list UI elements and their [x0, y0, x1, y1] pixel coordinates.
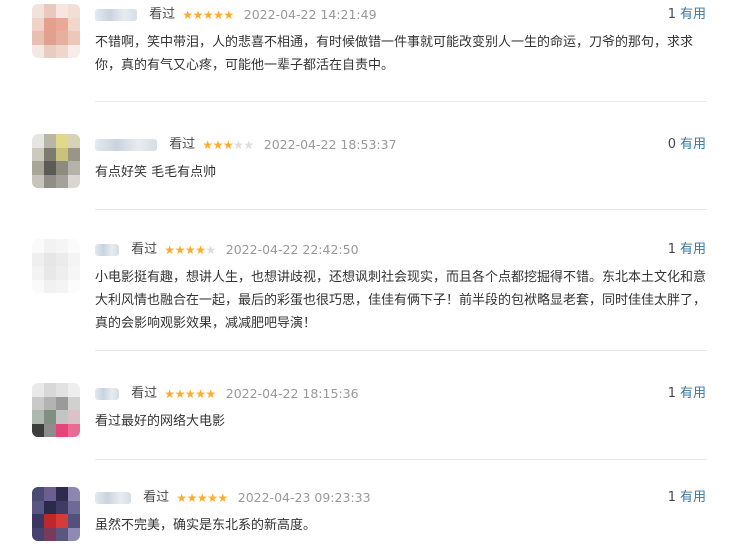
star-filled-icon: ★: [212, 138, 224, 152]
useful-button[interactable]: 有用: [680, 386, 706, 401]
star-filled-icon: ★: [184, 387, 196, 401]
star-filled-icon: ★: [195, 243, 206, 257]
divider: [95, 350, 707, 351]
divider: [95, 101, 707, 102]
star-filled-icon: ★: [182, 8, 193, 22]
rating-stars: ★★★★★: [176, 489, 228, 507]
star-filled-icon: ★: [202, 8, 214, 22]
useful-vote[interactable]: 1 有用: [668, 489, 706, 507]
watch-status: 看过: [131, 242, 158, 257]
review-time: 2022-04-22 18:15:36: [225, 386, 359, 401]
avatar[interactable]: [32, 134, 80, 188]
review-content: 不错啊，笑中带泪，人的悲喜不相通，有时候做错一件事就可能改变别人一生的命运，刀爷…: [95, 35, 694, 73]
star-filled-icon: ★: [174, 387, 186, 401]
review-content: 有点好笑 毛毛有点帅: [95, 165, 217, 180]
useful-button[interactable]: 有用: [680, 137, 706, 152]
divider: [95, 209, 707, 210]
useful-count: 1: [667, 490, 676, 505]
username-blurred[interactable]: [95, 139, 157, 151]
review-time: 2022-04-22 14:21:49: [243, 7, 377, 22]
star-empty-icon: ★: [243, 138, 254, 152]
star-filled-icon: ★: [202, 138, 213, 152]
username-blurred[interactable]: [95, 492, 131, 504]
watch-status: 看过: [169, 137, 196, 152]
review-content: 虽然不完美，确实是东北系的新高度。: [95, 518, 317, 533]
avatar[interactable]: [32, 383, 80, 437]
star-filled-icon: ★: [184, 243, 196, 257]
useful-vote[interactable]: 0 有用: [668, 136, 706, 154]
star-filled-icon: ★: [164, 243, 175, 257]
useful-count: 1: [667, 7, 676, 22]
review-meta: 看过 ★★★★★ 2022-04-22 22:42:50: [95, 241, 359, 259]
review-meta: 看过 ★★★★★ 2022-04-22 18:53:37: [95, 136, 397, 154]
star-filled-icon: ★: [164, 387, 175, 401]
username-blurred[interactable]: [95, 244, 119, 256]
star-filled-icon: ★: [217, 491, 228, 505]
review-content: 看过最好的网络大电影: [95, 414, 226, 429]
star-filled-icon: ★: [213, 8, 224, 22]
star-filled-icon: ★: [222, 138, 234, 152]
rating-stars: ★★★★★: [182, 6, 234, 24]
star-empty-icon: ★: [205, 243, 216, 257]
avatar[interactable]: [32, 239, 80, 293]
review-content: 小电影挺有趣，想讲人生，也想讲歧视，还想讽刺社会现实，而且各个点都挖掘得不错。东…: [95, 270, 707, 331]
useful-button[interactable]: 有用: [680, 7, 706, 22]
useful-vote[interactable]: 1 有用: [668, 241, 706, 259]
star-filled-icon: ★: [205, 387, 216, 401]
star-filled-icon: ★: [192, 8, 204, 22]
useful-vote[interactable]: 1 有用: [668, 385, 706, 403]
useful-button[interactable]: 有用: [680, 242, 706, 257]
watch-status: 看过: [143, 490, 170, 505]
watch-status: 看过: [149, 7, 176, 22]
star-filled-icon: ★: [196, 491, 208, 505]
useful-count: 1: [667, 242, 676, 257]
useful-count: 1: [667, 386, 676, 401]
review-meta: 看过 ★★★★★ 2022-04-23 09:23:33: [95, 489, 371, 507]
divider: [95, 459, 707, 460]
watch-status: 看过: [131, 386, 158, 401]
star-filled-icon: ★: [223, 8, 234, 22]
star-filled-icon: ★: [195, 387, 206, 401]
useful-vote[interactable]: 1 有用: [668, 6, 706, 24]
star-filled-icon: ★: [186, 491, 198, 505]
star-filled-icon: ★: [174, 243, 186, 257]
useful-count: 0: [667, 137, 676, 152]
rating-stars: ★★★★★: [164, 241, 216, 259]
review-time: 2022-04-23 09:23:33: [237, 490, 371, 505]
rating-stars: ★★★★★: [202, 136, 254, 154]
avatar[interactable]: [32, 487, 80, 541]
review-time: 2022-04-22 18:53:37: [263, 137, 397, 152]
review-meta: 看过 ★★★★★ 2022-04-22 14:21:49: [95, 6, 377, 24]
useful-button[interactable]: 有用: [680, 490, 706, 505]
star-filled-icon: ★: [176, 491, 187, 505]
star-filled-icon: ★: [207, 491, 218, 505]
username-blurred[interactable]: [95, 9, 137, 21]
rating-stars: ★★★★★: [164, 385, 216, 403]
avatar[interactable]: [32, 4, 80, 58]
review-time: 2022-04-22 22:42:50: [225, 242, 359, 257]
username-blurred[interactable]: [95, 388, 119, 400]
star-empty-icon: ★: [233, 138, 244, 152]
review-meta: 看过 ★★★★★ 2022-04-22 18:15:36: [95, 385, 359, 403]
